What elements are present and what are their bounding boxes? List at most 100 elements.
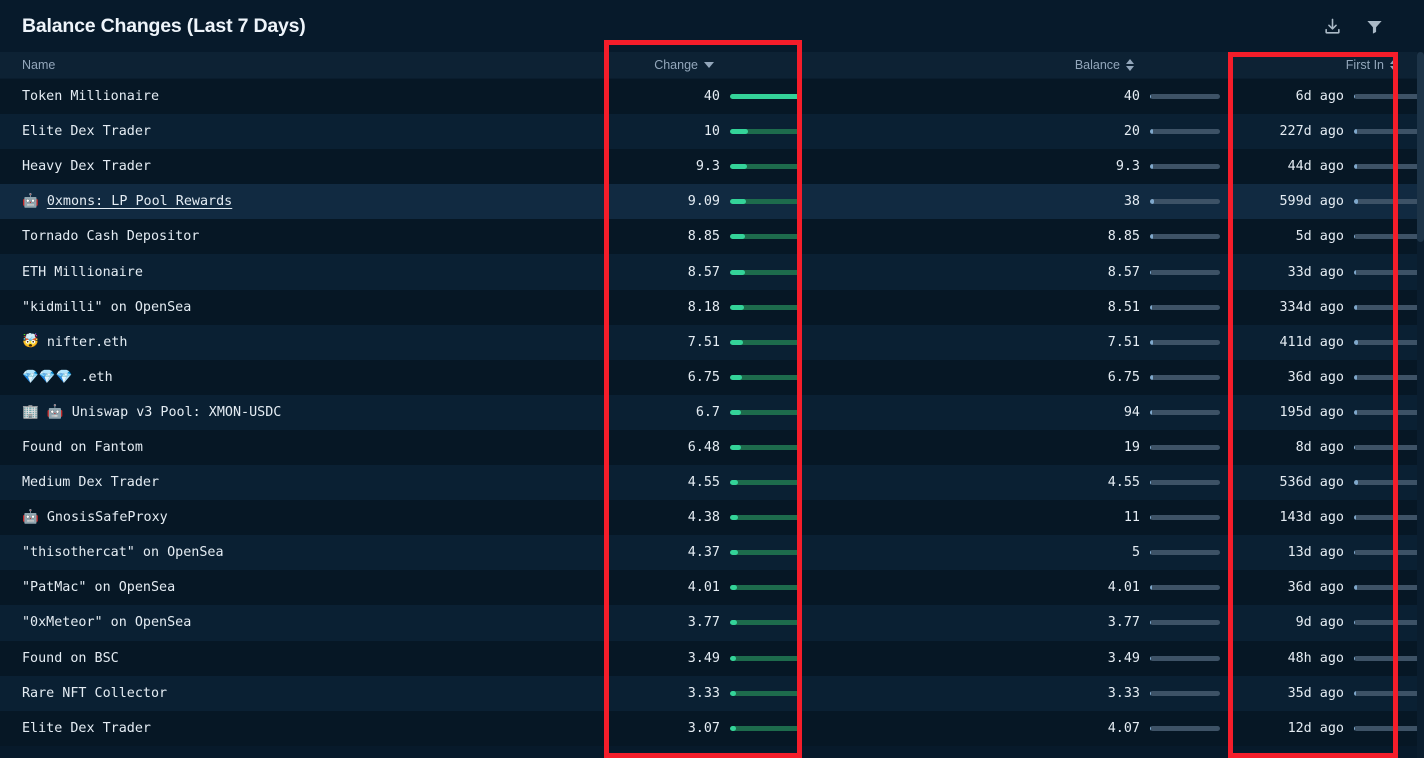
- panel-header: Balance Changes (Last 7 Days): [0, 0, 1424, 52]
- value-bar: [1354, 269, 1424, 275]
- cell-name: 🏢 🤖 Uniswap v3 Pool: XMON-USDC: [0, 395, 604, 430]
- table-row[interactable]: Found on BSC 3.49 3.49 48h ago: [0, 640, 1424, 676]
- value-bar: [730, 374, 800, 380]
- cell-balance: 8.57: [800, 254, 1220, 289]
- balance-value: 7.51: [1107, 334, 1140, 350]
- change-value: 10: [703, 124, 720, 140]
- table-row[interactable]: Token Millionaire 40 40 6d ago: [0, 79, 1424, 115]
- cell-name: 🤯 nifter.eth: [0, 325, 604, 360]
- column-header-first-in[interactable]: First In: [1220, 58, 1424, 72]
- row-emoji-icon: 🤯: [22, 333, 39, 350]
- value-bar: [1354, 129, 1424, 135]
- cell-change: 4.55: [604, 465, 800, 500]
- row-name-label: nifter.eth: [46, 334, 128, 350]
- row-name-label: Elite Dex Trader: [22, 720, 151, 736]
- table-row[interactable]: Elite Dex Trader 3.07 4.07 12d ago: [0, 710, 1424, 746]
- value-bar: [730, 655, 800, 661]
- table-row[interactable]: ETH Millionaire 8.57 8.57 33d ago: [0, 254, 1424, 290]
- table-row[interactable]: 🏢 🤖 Uniswap v3 Pool: XMON-USDC 6.7 94 195d a…: [0, 394, 1424, 430]
- row-name-label: Heavy Dex Trader: [22, 159, 151, 175]
- value-bar: [1354, 444, 1424, 450]
- row-name-label: "0xMeteor" on OpenSea: [22, 615, 192, 631]
- cell-change: 4.37: [604, 535, 800, 570]
- cell-first-in: 9d ago: [1220, 605, 1424, 640]
- cell-balance: 4.01: [800, 570, 1220, 605]
- cell-name: "0xMeteor" on OpenSea: [0, 605, 604, 640]
- column-header-change[interactable]: Change: [604, 58, 800, 72]
- table-row[interactable]: 💎💎💎 .eth 6.75 6.75 36d ago: [0, 359, 1424, 395]
- value-bar: [1354, 480, 1424, 486]
- first-in-value: 36d ago: [1287, 580, 1344, 596]
- first-in-value: 8d ago: [1295, 439, 1344, 455]
- download-icon[interactable]: [1322, 16, 1342, 36]
- value-bar: [1354, 585, 1424, 591]
- table-row[interactable]: Found on Fantom 6.48 19 8d ago: [0, 429, 1424, 466]
- cell-balance: 4.07: [800, 711, 1220, 746]
- balance-value: 4.01: [1107, 580, 1140, 596]
- cell-name: Medium Dex Trader: [0, 465, 604, 500]
- column-header-name-label: Name: [22, 58, 56, 72]
- cell-name: Token Millionaire: [0, 79, 604, 114]
- value-bar: [1354, 620, 1424, 626]
- first-in-value: 36d ago: [1287, 369, 1344, 385]
- value-bar: [1150, 620, 1220, 626]
- table-row[interactable]: 🤯 nifter.eth 7.51 7.51 411d ago: [0, 324, 1424, 360]
- cell-change: 4.01: [604, 570, 800, 605]
- cell-change: 7.51: [604, 325, 800, 360]
- row-name-label: "kidmilli" on OpenSea: [22, 299, 192, 315]
- balance-changes-panel: Balance Changes (Last 7 Days) Name Chang…: [0, 0, 1424, 758]
- scrollbar-thumb[interactable]: [1417, 52, 1424, 242]
- cell-name: Elite Dex Trader: [0, 114, 604, 149]
- cell-first-in: 48h ago: [1220, 641, 1424, 676]
- row-name-link[interactable]: 0xmons: LP Pool Rewards: [47, 194, 232, 209]
- change-value: 3.77: [687, 615, 720, 631]
- cell-name: Tornado Cash Depositor: [0, 219, 604, 254]
- value-bar: [730, 444, 800, 450]
- value-bar: [1150, 304, 1220, 310]
- cell-first-in: 36d ago: [1220, 360, 1424, 395]
- sort-both-icon: [1390, 59, 1398, 71]
- value-bar: [730, 269, 800, 275]
- table-row[interactable]: Tornado Cash Depositor 8.85 8.85 5d ago: [0, 219, 1424, 255]
- page-title: Balance Changes (Last 7 Days): [22, 14, 306, 37]
- cell-first-in: 143d ago: [1220, 500, 1424, 535]
- change-value: 4.38: [687, 510, 720, 526]
- cell-change: 6.7: [604, 395, 800, 430]
- table-row[interactable]: 🤖 0xmons: LP Pool Rewards 9.09 38 599d ago: [0, 184, 1424, 220]
- first-in-value: 35d ago: [1287, 685, 1344, 701]
- cell-name: Heavy Dex Trader: [0, 149, 604, 184]
- column-header-name[interactable]: Name: [0, 58, 604, 72]
- table-row[interactable]: Medium Dex Trader 4.55 4.55 536d ago: [0, 465, 1424, 501]
- row-emoji-icon: 🤖: [22, 508, 39, 525]
- value-bar: [1150, 199, 1220, 205]
- sort-both-icon: [1126, 59, 1134, 71]
- balance-value: 19: [1123, 439, 1140, 455]
- table-row[interactable]: Elite Dex Trader 10 20 227d ago: [0, 114, 1424, 150]
- table-row[interactable]: "thisothercat" on OpenSea 4.37 5 13d ago: [0, 535, 1424, 571]
- column-header-balance[interactable]: Balance: [800, 58, 1220, 72]
- value-bar: [1354, 374, 1424, 380]
- first-in-value: 195d ago: [1279, 404, 1345, 420]
- row-name-label: ETH Millionaire: [22, 264, 143, 280]
- cell-change: 10: [604, 114, 800, 149]
- row-name-label: GnosisSafeProxy: [46, 510, 168, 526]
- table-row[interactable]: 🤖 GnosisSafeProxy 4.38 11 143d ago: [0, 500, 1424, 536]
- balance-value: 5: [1131, 545, 1140, 561]
- table-row[interactable]: "0xMeteor" on OpenSea 3.77 3.77 9d ago: [0, 605, 1424, 641]
- value-bar: [1150, 515, 1220, 521]
- cell-first-in: 8d ago: [1220, 430, 1424, 465]
- value-bar: [730, 234, 800, 240]
- filter-icon[interactable]: [1364, 16, 1384, 36]
- cell-change: 3.07: [604, 711, 800, 746]
- cell-change: 8.57: [604, 254, 800, 289]
- value-bar: [730, 725, 800, 731]
- change-value: 4.55: [687, 475, 720, 491]
- value-bar: [1354, 515, 1424, 521]
- table-row[interactable]: Rare NFT Collector 3.33 3.33 35d ago: [0, 675, 1424, 711]
- table-row[interactable]: "PatMac" on OpenSea 4.01 4.01 36d ago: [0, 570, 1424, 606]
- vertical-scrollbar[interactable]: [1417, 52, 1424, 758]
- cell-first-in: 35d ago: [1220, 676, 1424, 711]
- table-row[interactable]: "kidmilli" on OpenSea 8.18 8.51 334d ago: [0, 289, 1424, 325]
- table-row[interactable]: Heavy Dex Trader 9.3 9.3 44d ago: [0, 149, 1424, 185]
- value-bar: [730, 164, 800, 170]
